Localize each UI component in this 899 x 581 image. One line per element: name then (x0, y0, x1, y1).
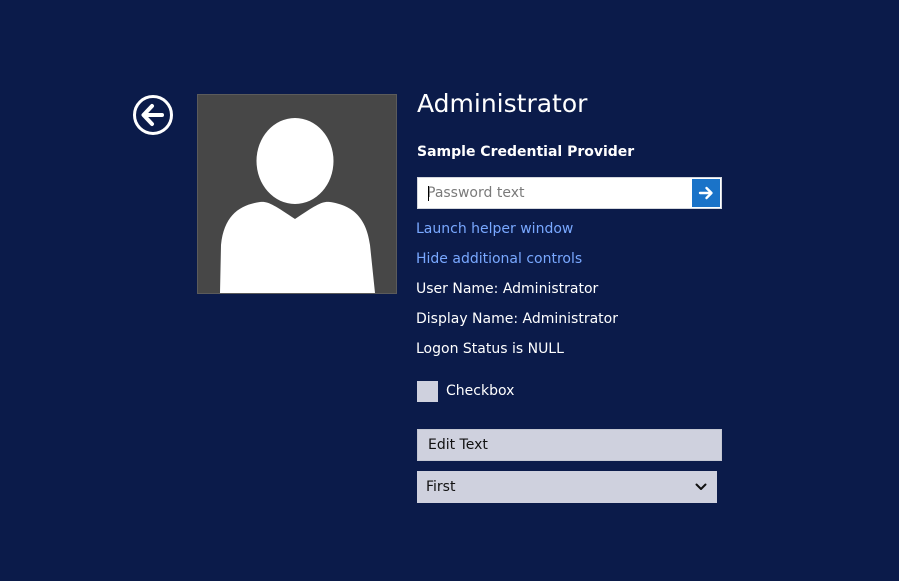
user-silhouette-icon (220, 118, 375, 293)
combobox[interactable]: First (417, 471, 717, 503)
back-button[interactable] (133, 95, 173, 135)
hide-controls-link[interactable]: Hide additional controls (416, 251, 582, 267)
checkbox[interactable] (417, 381, 438, 402)
combobox-selected-value: First (426, 479, 456, 495)
password-input[interactable] (418, 178, 690, 208)
user-name-text: User Name: Administrator (416, 281, 599, 297)
display-name-text: Display Name: Administrator (416, 311, 618, 327)
arrow-left-circle-icon (141, 104, 164, 126)
user-avatar (197, 94, 397, 294)
credential-provider-label: Sample Credential Provider (417, 144, 635, 160)
user-name-title: Administrator (417, 89, 588, 118)
checkbox-label[interactable]: Checkbox (446, 383, 514, 399)
submit-button[interactable] (692, 179, 720, 207)
logon-status-text: Logon Status is NULL (416, 341, 564, 357)
chevron-down-icon (695, 483, 707, 490)
launch-helper-link[interactable]: Launch helper window (416, 221, 573, 237)
text-caret (428, 186, 429, 201)
password-field[interactable] (417, 177, 722, 209)
arrow-right-icon (698, 186, 713, 200)
edit-text-field[interactable]: Edit Text (417, 429, 722, 461)
